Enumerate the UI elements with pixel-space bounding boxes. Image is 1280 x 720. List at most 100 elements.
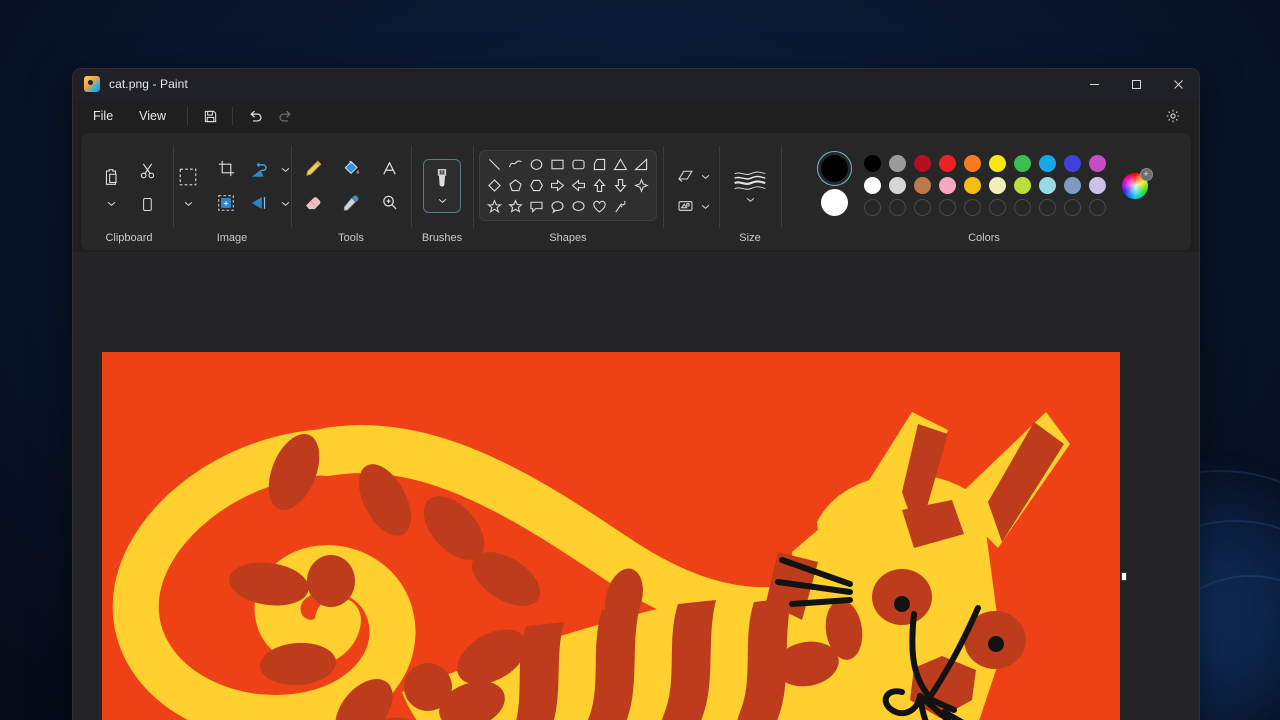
undo-icon[interactable] — [240, 103, 270, 129]
shape-heart[interactable] — [591, 198, 608, 215]
save-icon[interactable] — [195, 103, 225, 129]
shape-rounded-rectangle[interactable] — [570, 156, 587, 173]
shape-fill-icon[interactable] — [671, 193, 699, 219]
drawing-canvas[interactable] — [102, 352, 1120, 720]
color-swatch-empty[interactable] — [1063, 199, 1081, 216]
rotate-chevron-icon[interactable] — [280, 160, 291, 178]
shape-pentagon[interactable] — [507, 177, 524, 194]
rotate-icon[interactable] — [243, 152, 277, 186]
shape-lightning[interactable] — [612, 198, 629, 215]
copy-icon[interactable] — [133, 192, 161, 218]
ribbon-group-label-shapes: Shapes — [549, 232, 587, 244]
cat-drawing — [102, 352, 1120, 720]
color-swatch[interactable] — [1088, 177, 1106, 194]
shape-line[interactable] — [486, 156, 503, 173]
shape-five-point-star[interactable] — [486, 198, 503, 215]
text-icon[interactable] — [372, 152, 406, 186]
window-title: cat.png - Paint — [109, 77, 188, 91]
select-chevron-icon[interactable] — [183, 194, 194, 212]
color-swatch-empty[interactable] — [1038, 199, 1056, 216]
color-swatch-empty[interactable] — [938, 199, 956, 216]
color-swatch[interactable] — [1038, 177, 1056, 194]
color-swatch[interactable] — [888, 155, 906, 172]
shape-parallelogram[interactable] — [591, 156, 608, 173]
color-swatch[interactable] — [963, 155, 981, 172]
color-swatch[interactable] — [1038, 155, 1056, 172]
color-swatch[interactable] — [888, 177, 906, 194]
color-swatch-empty[interactable] — [863, 199, 881, 216]
flip-chevron-icon[interactable] — [280, 194, 291, 212]
edit-colors-badge: + — [1139, 167, 1153, 181]
paste-icon[interactable] — [94, 160, 128, 194]
shape-rectangle[interactable] — [549, 156, 566, 173]
crop-icon[interactable] — [209, 152, 243, 186]
eraser-icon[interactable] — [296, 186, 330, 220]
color-swatch[interactable] — [1013, 177, 1031, 194]
shape-outline-chevron-icon[interactable] — [700, 167, 711, 185]
primary-color-swatch[interactable] — [816, 151, 852, 186]
color-swatch-empty[interactable] — [913, 199, 931, 216]
shape-fill-chevron-icon[interactable] — [700, 197, 711, 215]
pencil-icon[interactable] — [296, 152, 330, 186]
shape-four-point-star[interactable] — [633, 177, 650, 194]
color-swatch-empty[interactable] — [1013, 199, 1031, 216]
size-chevron-icon — [746, 197, 754, 202]
shape-down-arrow[interactable] — [612, 177, 629, 194]
resize-skew-icon[interactable] — [209, 186, 243, 220]
color-swatch-empty[interactable] — [988, 199, 1006, 216]
color-swatch[interactable] — [1088, 155, 1106, 172]
menu-file[interactable]: File — [81, 104, 125, 128]
shape-right-triangle[interactable] — [633, 156, 650, 173]
eyedropper-icon[interactable] — [334, 186, 368, 220]
window-controls — [1073, 69, 1199, 99]
size-button[interactable] — [732, 168, 768, 203]
paste-chevron-icon[interactable] — [106, 194, 117, 212]
maximize-icon[interactable] — [1115, 69, 1157, 99]
color-swatch-empty[interactable] — [1088, 199, 1106, 216]
shape-oval-callout[interactable] — [549, 198, 566, 215]
select-icon[interactable] — [171, 160, 205, 194]
secondary-color-swatch[interactable] — [820, 189, 848, 216]
color-swatch[interactable] — [938, 155, 956, 172]
color-wheel-icon[interactable]: + — [1121, 167, 1153, 199]
color-swatch[interactable] — [1063, 155, 1081, 172]
shape-six-point-star[interactable] — [507, 198, 524, 215]
cut-icon[interactable] — [130, 154, 164, 188]
fill-bucket-icon[interactable] — [334, 152, 368, 186]
color-swatch-empty[interactable] — [963, 199, 981, 216]
shape-curve[interactable] — [507, 156, 524, 173]
color-swatch[interactable] — [963, 177, 981, 194]
color-swatch[interactable] — [988, 155, 1006, 172]
color-swatch[interactable] — [1013, 155, 1031, 172]
color-swatch[interactable] — [913, 155, 931, 172]
canvas-area[interactable] — [73, 252, 1199, 720]
shape-rectangular-callout[interactable] — [528, 198, 545, 215]
color-swatch-empty[interactable] — [888, 199, 906, 216]
brushes-button[interactable] — [423, 158, 461, 213]
redo-icon[interactable] — [270, 103, 300, 129]
shape-up-arrow[interactable] — [591, 177, 608, 194]
shape-cloud-callout[interactable] — [570, 198, 587, 215]
color-swatch[interactable] — [938, 177, 956, 194]
shape-outline-icon[interactable] — [671, 163, 699, 189]
color-swatch[interactable] — [863, 177, 881, 194]
shape-triangle[interactable] — [612, 156, 629, 173]
canvas-resize-handle[interactable] — [1121, 572, 1127, 581]
shape-diamond[interactable] — [486, 177, 503, 194]
magnifier-icon[interactable] — [372, 186, 406, 220]
shape-left-arrow[interactable] — [570, 177, 587, 194]
flip-icon[interactable] — [243, 186, 277, 220]
shape-hexagon[interactable] — [528, 177, 545, 194]
gear-icon[interactable] — [1159, 103, 1187, 129]
shape-oval[interactable] — [528, 156, 545, 173]
close-icon[interactable] — [1157, 69, 1199, 99]
ribbon-group-clipboard: Clipboard — [85, 138, 173, 250]
color-swatch[interactable] — [1063, 177, 1081, 194]
menu-view[interactable]: View — [127, 104, 178, 128]
menu-separator — [187, 107, 189, 125]
color-swatch[interactable] — [913, 177, 931, 194]
color-swatch[interactable] — [988, 177, 1006, 194]
shape-right-arrow[interactable] — [549, 177, 566, 194]
color-swatch[interactable] — [863, 155, 881, 172]
minimize-icon[interactable] — [1073, 69, 1115, 99]
